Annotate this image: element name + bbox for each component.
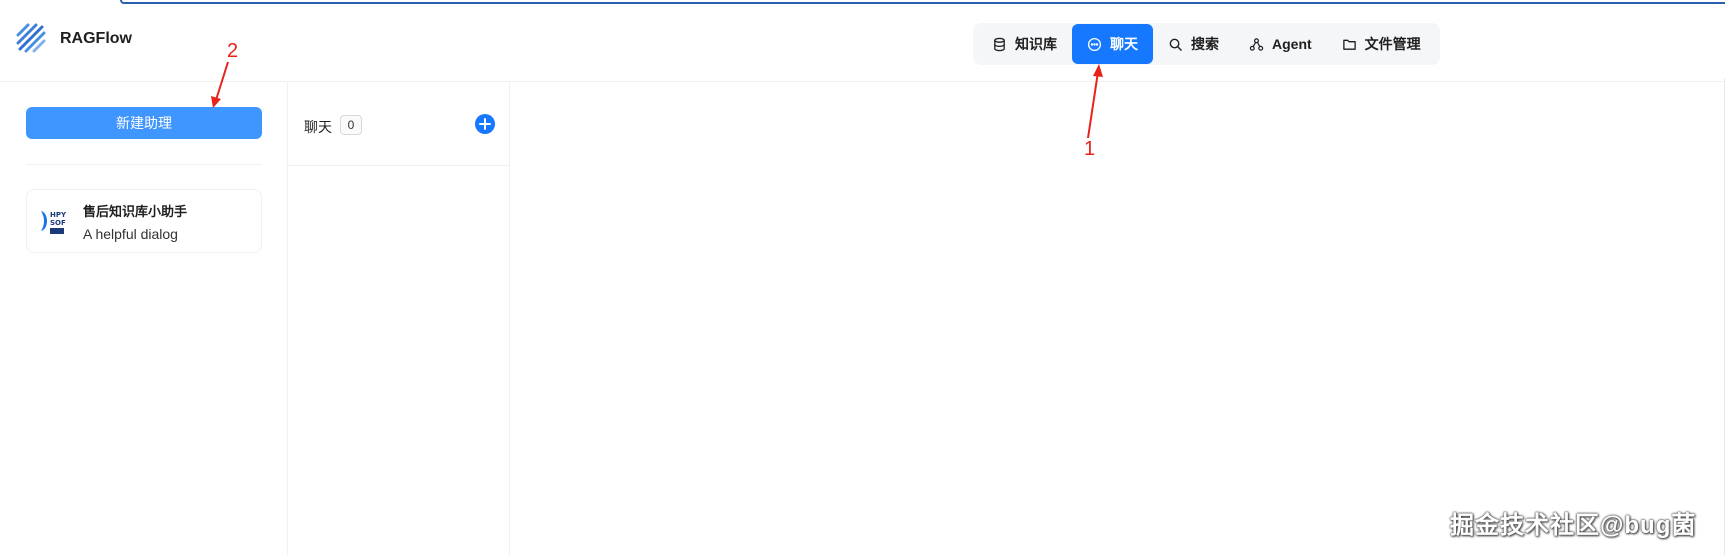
- main-nav: 知识库 聊天 搜索 Agent 文件管理: [973, 23, 1440, 65]
- assistant-description: A helpful dialog: [83, 225, 178, 242]
- add-chat-icon[interactable]: [474, 113, 496, 135]
- chat-bubble-icon: [1087, 37, 1102, 51]
- chat-count-badge: 0: [340, 115, 362, 135]
- assistant-name: 售后知识库小助手: [83, 203, 188, 219]
- svg-text:HPY: HPY: [50, 211, 67, 219]
- nav-item-file-management[interactable]: 文件管理: [1327, 24, 1436, 64]
- nav-item-search[interactable]: 搜索: [1153, 24, 1234, 64]
- search-icon: [1169, 38, 1182, 51]
- new-assistant-button[interactable]: 新建助理: [26, 107, 262, 139]
- nav-item-chat[interactable]: 聊天: [1072, 24, 1153, 64]
- assistant-avatar: HPY SOF: [41, 211, 67, 234]
- nav-item-agent[interactable]: Agent: [1234, 24, 1327, 64]
- folder-icon: [1342, 39, 1356, 50]
- assistant-card[interactable]: HPY SOF 售后知识库小助手 A helpful dialog: [26, 189, 262, 253]
- chat-list-title: 聊天: [304, 119, 332, 135]
- nav-item-label: 搜索: [1191, 36, 1219, 52]
- divider: [26, 164, 262, 165]
- nav-item-label: 文件管理: [1364, 36, 1421, 52]
- watermark: 掘金技术社区@bug菌: [1450, 512, 1697, 539]
- nav-item-knowledge-base[interactable]: 知识库: [977, 24, 1072, 64]
- nav-item-label: Agent: [1272, 36, 1312, 52]
- top-header: RAGFlow 知识库 聊天 搜索 Agent 文件管理: [0, 4, 1725, 82]
- chat-list-header: 聊天 0: [288, 82, 510, 166]
- app-logo[interactable]: RAGFlow: [14, 21, 132, 57]
- app-name: RAGFlow: [60, 30, 132, 47]
- database-icon: [994, 37, 1005, 51]
- assistant-panel: 新建助理 HPY SOF 售后知识库小助手 A helpful dialog: [0, 82, 288, 555]
- nav-item-label: 知识库: [1015, 36, 1057, 52]
- agent-graph-icon: [1249, 37, 1264, 51]
- annotation-number-2: 2: [227, 40, 239, 62]
- chat-list-panel: 聊天 0: [288, 82, 510, 555]
- nav-item-label: 聊天: [1110, 36, 1138, 52]
- ragflow-logo-icon: [16, 23, 46, 53]
- svg-text:SOF: SOF: [50, 219, 66, 227]
- annotation-number-1: 1: [1084, 138, 1096, 160]
